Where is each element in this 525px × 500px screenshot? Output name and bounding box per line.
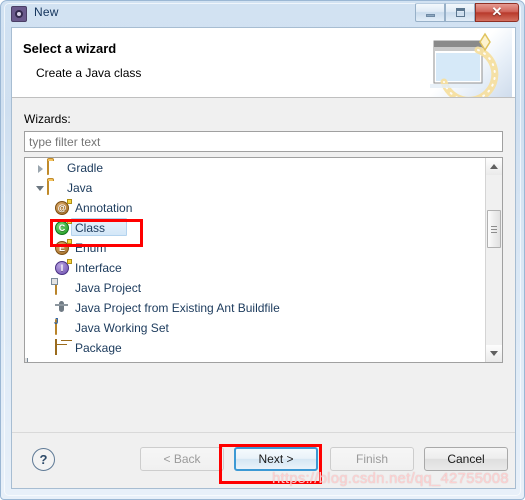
tree-item-label: Java Project xyxy=(75,281,142,295)
tree-item-label: Annotation xyxy=(75,201,133,215)
scroll-up-arrow-icon[interactable] xyxy=(486,158,502,175)
wizard-banner: Select a wizard Create a Java class xyxy=(12,28,515,98)
tree-item-package[interactable]: Package xyxy=(25,338,486,358)
banner-title: Select a wizard xyxy=(23,41,117,56)
chevron-right-icon[interactable] xyxy=(34,162,47,175)
tree-item-java[interactable]: Java xyxy=(25,178,486,198)
tree-scrollbar[interactable] xyxy=(485,158,502,362)
tree-item-java-project[interactable]: Java Project xyxy=(25,278,486,298)
wizard-tree-list[interactable]: Gradle Java @ Annotation C Class E Enum … xyxy=(25,158,486,362)
folder-icon xyxy=(47,159,49,175)
dialog-button-bar: ? < Back Next > Finish Cancel xyxy=(12,432,515,488)
tree-item-label: Java Working Set xyxy=(75,321,169,335)
tree-item-label: Java Project from Existing Ant Buildfile xyxy=(75,301,280,315)
java-project-icon xyxy=(55,279,57,295)
tree-item-label: Class xyxy=(75,221,106,235)
cancel-button[interactable]: Cancel xyxy=(424,447,508,471)
wizard-banner-graphic xyxy=(428,28,512,97)
tree-item-interface[interactable]: I Interface xyxy=(25,258,486,278)
folder-icon xyxy=(47,179,49,195)
wizard-filter-input[interactable] xyxy=(24,131,503,152)
window-title: New xyxy=(34,5,59,19)
class-icon: C xyxy=(55,221,69,235)
chevron-down-icon[interactable] xyxy=(34,182,47,195)
tree-item-clipped[interactable] xyxy=(25,358,486,362)
help-button[interactable]: ? xyxy=(32,448,55,471)
interface-icon: I xyxy=(55,261,69,275)
tree-item-enum[interactable]: E Enum xyxy=(25,238,486,258)
tree-item-gradle[interactable]: Gradle xyxy=(25,158,486,178)
banner-subtitle: Create a Java class xyxy=(36,66,142,80)
enum-icon: E xyxy=(55,241,69,255)
tree-item-label: Gradle xyxy=(67,161,104,175)
tree-item-label: Package xyxy=(75,341,122,355)
tree-item-java-working-set[interactable]: Java Working Set xyxy=(25,318,486,338)
finish-button[interactable]: Finish xyxy=(330,447,414,471)
scroll-down-arrow-icon[interactable] xyxy=(486,345,502,362)
tree-item-class[interactable]: C Class xyxy=(25,218,486,238)
banner-illustration xyxy=(430,32,499,97)
tree-item-label: Interface xyxy=(75,261,122,275)
scrollbar-thumb[interactable] xyxy=(487,210,501,248)
back-button[interactable]: < Back xyxy=(140,447,224,471)
dialog-body: Select a wizard Create a Java class Wiza… xyxy=(11,27,516,489)
maximize-button[interactable] xyxy=(445,3,475,22)
eclipse-new-icon xyxy=(11,6,27,22)
title-bar[interactable]: New ✕ xyxy=(1,1,525,27)
tree-item-label: Enum xyxy=(75,241,107,255)
close-button[interactable]: ✕ xyxy=(475,3,519,22)
annotation-icon: @ xyxy=(55,201,69,215)
package-icon xyxy=(55,339,57,355)
dialog-window: New ✕ Select a wizard Create a Java clas… xyxy=(0,0,525,500)
wizard-tree[interactable]: Gradle Java @ Annotation C Class E Enum … xyxy=(24,157,503,363)
partial-item-icon xyxy=(25,358,27,362)
minimize-button[interactable] xyxy=(415,3,445,22)
tree-item-label: Java xyxy=(67,181,93,195)
next-button[interactable]: Next > xyxy=(234,447,318,471)
tree-item-java-project-from-ant[interactable]: Java Project from Existing Ant Buildfile xyxy=(25,298,486,318)
wizards-label: Wizards: xyxy=(24,112,71,126)
working-set-icon xyxy=(55,319,57,335)
tree-item-annotation[interactable]: @ Annotation xyxy=(25,198,486,218)
